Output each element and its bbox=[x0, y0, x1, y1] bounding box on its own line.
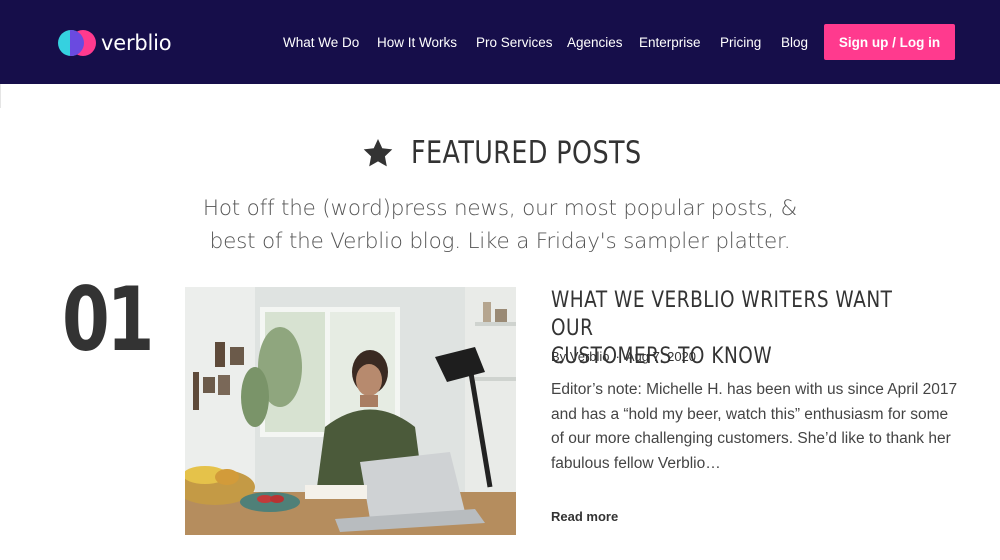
nav-item-agencies[interactable]: Agencies bbox=[567, 35, 623, 50]
featured-heading: FEATURED POSTS bbox=[0, 135, 1000, 171]
star-icon bbox=[363, 139, 393, 167]
logo-text: verblio bbox=[101, 31, 172, 55]
post-date: Aug 7, 2020 bbox=[625, 349, 697, 364]
nav-item-pricing[interactable]: Pricing bbox=[720, 35, 761, 50]
logo-mark-icon bbox=[58, 29, 98, 57]
nav-item-how-it-works[interactable]: How It Works bbox=[377, 35, 457, 50]
featured-subtitle-line-1: Hot off the (word)press news, our most p… bbox=[202, 196, 798, 221]
post-number: 01 bbox=[62, 268, 154, 371]
post-meta: By Verblio · Aug 7, 2020 bbox=[551, 349, 696, 364]
post-author: By Verblio bbox=[551, 349, 610, 364]
nav-item-what-we-do[interactable]: What We Do bbox=[283, 35, 359, 50]
verblio-logo[interactable]: verblio bbox=[58, 28, 172, 58]
page-edge-divider bbox=[0, 84, 1, 108]
nav-item-blog[interactable]: Blog bbox=[781, 35, 808, 50]
post-title-line-1: WHAT WE VERBLIO WRITERS WANT OUR bbox=[551, 288, 893, 341]
featured-subtitle: Hot off the (word)press news, our most p… bbox=[0, 192, 1000, 258]
featured-subtitle-line-2: best of the Verblio blog. Like a Friday'… bbox=[209, 229, 791, 254]
post-excerpt: Editor’s note: Michelle H. has been with… bbox=[551, 381, 958, 472]
featured-title: FEATURED POSTS bbox=[411, 135, 642, 171]
post-thumbnail[interactable] bbox=[185, 287, 516, 535]
nav-item-pro-services[interactable]: Pro Services bbox=[476, 35, 553, 50]
signup-login-button[interactable]: Sign up / Log in bbox=[824, 24, 955, 60]
top-nav: verblio What We Do How It Works Pro Serv… bbox=[0, 0, 1000, 84]
post-thumbnail-illustration bbox=[185, 287, 516, 535]
nav-item-enterprise[interactable]: Enterprise bbox=[639, 35, 701, 50]
meta-separator: · bbox=[615, 349, 620, 364]
read-more-link[interactable]: Read more bbox=[551, 509, 618, 524]
